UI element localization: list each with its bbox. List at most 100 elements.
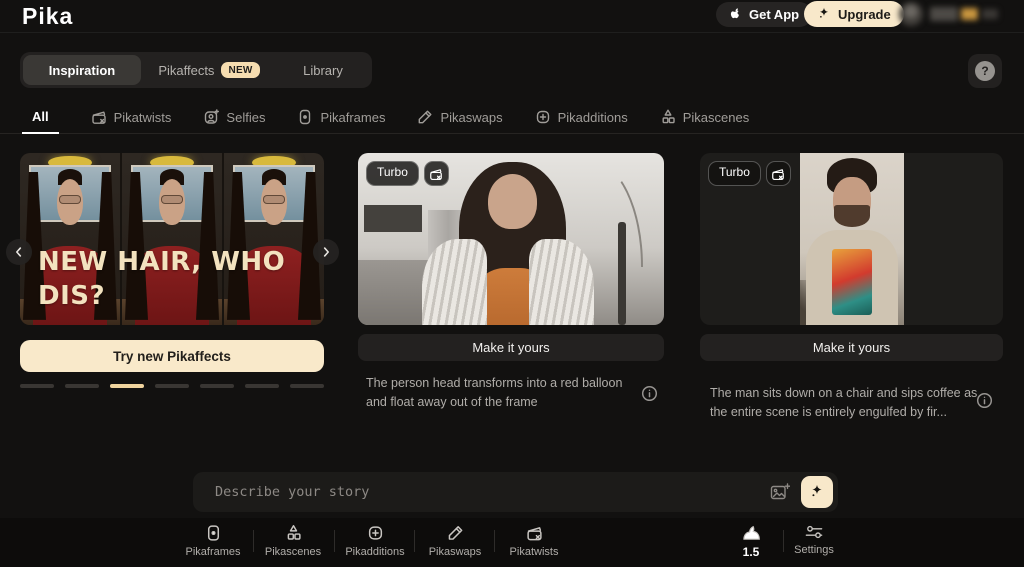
carousel-dash[interactable] — [200, 384, 234, 388]
bottom-nav-pikascenes[interactable]: Pikascenes — [251, 524, 335, 558]
main-tab-bar: Inspiration Pikaffects NEW Library — [20, 52, 372, 88]
chevron-right-icon — [323, 247, 329, 257]
category-pikatwists[interactable]: Pikatwists — [91, 100, 172, 134]
tab-pikaffects-label: Pikaffects — [158, 62, 215, 78]
generate-button[interactable] — [801, 476, 833, 508]
carousel-dash[interactable] — [110, 384, 144, 388]
story-input[interactable] — [215, 484, 770, 500]
promo-panel — [122, 153, 222, 325]
version-label: 1.5 — [742, 545, 760, 559]
pika-app: Pika Get App Upgrade Inspiration Pikaffe… — [0, 0, 1024, 567]
chevron-left-icon — [16, 247, 22, 257]
try-pikaffects-button[interactable]: Try new Pikaffects — [20, 340, 324, 372]
prompt-bar — [193, 472, 838, 512]
carousel-prev-button[interactable] — [6, 239, 32, 265]
turbo-badge: Turbo — [366, 161, 419, 186]
tab-pikaffects[interactable]: Pikaffects NEW — [141, 55, 277, 85]
person-frame-icon — [205, 109, 220, 124]
bottom-nav-pikaframes[interactable]: Pikaframes — [171, 524, 255, 558]
category-pikascenes[interactable]: Pikascenes — [660, 100, 749, 134]
tab-library[interactable]: Library — [277, 55, 369, 85]
get-app-label: Get App — [749, 7, 800, 22]
bottom-nav-label: Pikaframes — [185, 546, 241, 558]
carousel-dash[interactable] — [20, 384, 54, 388]
help-button[interactable]: ? — [968, 54, 1002, 88]
example-card-2-video[interactable]: Turbo — [700, 153, 1003, 325]
carousel-dash[interactable] — [155, 384, 189, 388]
frame-dot-icon — [300, 109, 311, 125]
carousel-dash[interactable] — [245, 384, 279, 388]
category-pikaswaps-label: Pikaswaps — [440, 109, 503, 125]
make-it-yours-button-2[interactable]: Make it yours — [700, 334, 1003, 361]
new-badge: NEW — [221, 62, 260, 78]
bottom-nav-label: Pikadditions — [345, 546, 405, 558]
info-icon — [641, 385, 658, 402]
tab-inspiration[interactable]: Inspiration — [23, 55, 141, 85]
vertical-video — [800, 153, 904, 325]
upgrade-button[interactable]: Upgrade — [804, 1, 904, 27]
username-redacted — [930, 7, 958, 21]
shapes-icon — [662, 109, 675, 124]
carousel-next-button[interactable] — [313, 239, 339, 265]
promo-panel — [224, 153, 324, 325]
credits-redacted — [961, 8, 978, 20]
category-all[interactable]: All — [22, 100, 59, 134]
bottom-nav-label: Pikaswaps — [428, 546, 482, 558]
promo-panel — [20, 153, 120, 325]
pen-swap-icon — [448, 526, 462, 540]
category-pikadditions-label: Pikadditions — [557, 109, 628, 125]
bottom-nav-label: Pikatwists — [509, 546, 559, 558]
info-button-1[interactable] — [641, 385, 658, 402]
settings-sliders-icon — [805, 525, 823, 539]
pika-rabbit-icon — [743, 525, 760, 540]
category-selfies[interactable]: Selfies — [203, 100, 265, 134]
user-avatar[interactable] — [899, 2, 923, 26]
category-pikaswaps[interactable]: Pikaswaps — [417, 100, 503, 134]
category-pikascenes-label: Pikascenes — [682, 109, 750, 125]
square-plus-icon — [536, 110, 549, 124]
sparkle-icon — [819, 7, 829, 18]
sparkle-icon — [812, 484, 822, 497]
question-mark-icon: ? — [975, 61, 995, 81]
account-redacted — [982, 9, 998, 19]
shapes-icon — [287, 525, 301, 540]
category-selfies-label: Selfies — [226, 109, 266, 125]
bottom-nav-label: Settings — [794, 544, 834, 556]
get-app-button[interactable]: Get App — [716, 2, 813, 27]
category-pikaframes[interactable]: Pikaframes — [297, 100, 385, 134]
carousel-indicators — [20, 384, 324, 388]
category-all-label: All — [32, 108, 49, 124]
category-pikadditions[interactable]: Pikadditions — [535, 100, 628, 134]
pika-logo[interactable]: Pika — [22, 3, 73, 30]
example-card-1-description: The person head transforms into a red ba… — [366, 376, 623, 410]
category-filter-row: All Pikatwists Selfies Pikaframes Pikasw… — [0, 100, 1024, 134]
tab-library-label: Library — [303, 62, 343, 78]
frame-dot-icon — [207, 525, 219, 541]
clapperboard-icon — [526, 527, 542, 541]
make-it-yours-button-1[interactable]: Make it yours — [358, 334, 664, 361]
pen-swap-icon — [419, 110, 432, 124]
example-card-1-video[interactable]: Turbo — [358, 153, 664, 325]
upgrade-label: Upgrade — [838, 6, 891, 22]
add-image-icon[interactable] — [770, 483, 790, 501]
bottom-nav-pikadditions[interactable]: Pikadditions — [333, 524, 417, 558]
category-pikatwists-label: Pikatwists — [113, 109, 172, 125]
bottom-nav-pikatwists[interactable]: Pikatwists — [492, 524, 576, 558]
bottom-nav-pikaswaps[interactable]: Pikaswaps — [413, 524, 497, 558]
promo-card-image[interactable] — [20, 153, 324, 325]
pikatwists-badge — [423, 161, 449, 186]
apple-icon — [730, 8, 739, 19]
clapperboard-icon — [91, 111, 106, 124]
category-pikaframes-label: Pikaframes — [320, 109, 386, 125]
clapperboard-icon — [772, 168, 785, 180]
carousel-dash[interactable] — [65, 384, 99, 388]
example-card-2-description: The man sits down on a chair and sips co… — [710, 386, 978, 420]
carousel-dash[interactable] — [290, 384, 324, 388]
info-button-2[interactable] — [976, 392, 993, 409]
info-icon — [976, 392, 993, 409]
square-plus-icon — [368, 526, 382, 540]
pikatwists-badge — [765, 161, 791, 186]
clapperboard-icon — [430, 168, 443, 180]
tab-inspiration-label: Inspiration — [48, 62, 116, 78]
bottom-nav-settings[interactable]: Settings — [772, 524, 856, 556]
